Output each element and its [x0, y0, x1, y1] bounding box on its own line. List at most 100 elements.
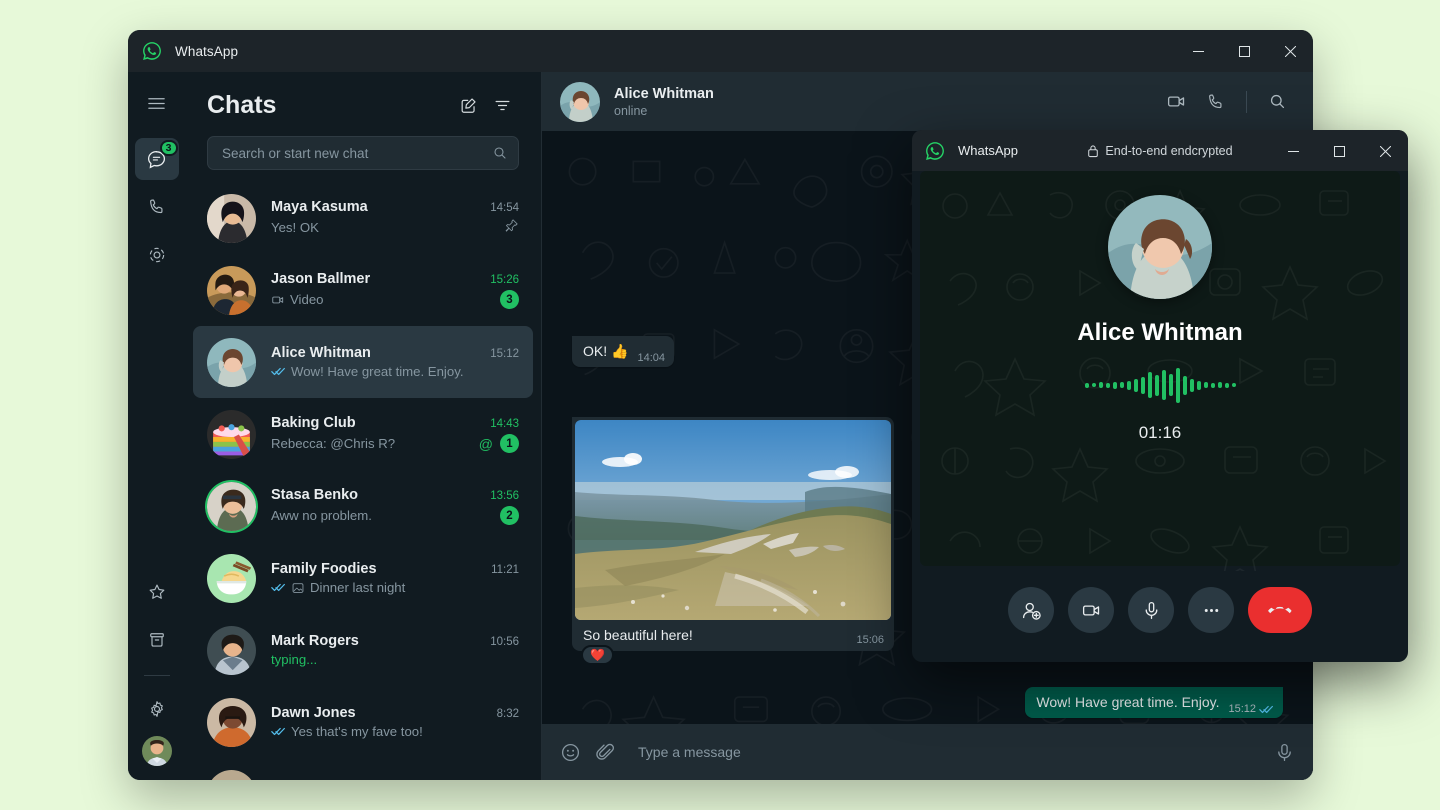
contact-avatar[interactable] — [207, 554, 256, 603]
text-message-bubble[interactable]: OK! 👍14:04 — [572, 336, 674, 367]
chat-item-top-row: Jason Ballmer 15:26 — [271, 271, 519, 287]
search-input[interactable] — [222, 146, 492, 161]
image-caption-row: So beautiful here! 15:06 — [575, 620, 891, 651]
search-box[interactable] — [207, 136, 519, 170]
profile-avatar[interactable] — [142, 736, 172, 766]
search-chat-button[interactable] — [1259, 84, 1295, 120]
message-timestamp: 15:06 — [856, 634, 884, 646]
call-stage: Alice Whitman 01:16 — [920, 171, 1400, 566]
text-message-bubble[interactable]: Wow! Have great time. Enjoy.15:12 — [1025, 687, 1283, 718]
search-icon — [1268, 92, 1287, 111]
contact-avatar[interactable] — [207, 482, 256, 531]
voice-message-button[interactable] — [1274, 742, 1295, 763]
contact-avatar[interactable] — [207, 410, 256, 459]
avatar-image — [207, 482, 256, 531]
contact-avatar[interactable] — [560, 82, 600, 122]
contact-avatar[interactable] — [207, 194, 256, 243]
call-minimize-button[interactable] — [1270, 130, 1316, 172]
video-message-icon — [271, 293, 285, 307]
avatar-image — [207, 410, 256, 459]
add-participant-button[interactable] — [1008, 587, 1054, 633]
chat-item-bottom-row: Yes! OK — [271, 218, 519, 238]
message-reaction[interactable]: ❤️ — [581, 645, 614, 665]
more-options-button[interactable] — [1188, 587, 1234, 633]
close-button[interactable] — [1267, 30, 1313, 72]
end-call-button[interactable] — [1248, 587, 1312, 633]
toggle-mic-button[interactable] — [1128, 587, 1174, 633]
chat-item-top-row: Dawn Jones 8:32 — [271, 705, 519, 721]
photo-message-icon — [291, 581, 305, 595]
chat-contact-name: Jason Ballmer — [271, 271, 482, 287]
chat-item-bottom-row: Wow! Have great time. Enjoy. — [271, 364, 519, 379]
read-receipt-icon — [271, 366, 286, 377]
sidebar-item-calls[interactable] — [135, 186, 179, 228]
video-call-button[interactable] — [1158, 84, 1194, 120]
filter-chats-button[interactable] — [485, 88, 519, 122]
mic-icon — [1274, 742, 1295, 763]
emoji-icon — [560, 742, 581, 763]
message-photo[interactable] — [575, 420, 891, 620]
chat-list-item[interactable]: Stasa Benko 13:56 Aww no problem. 2 — [185, 470, 541, 542]
sidebar-item-starred[interactable] — [135, 571, 179, 613]
main-titlebar: WhatsApp — [128, 30, 1313, 72]
chat-item-content: Maya Kasuma 14:54 Yes! OK — [271, 199, 519, 238]
contact-avatar[interactable] — [207, 266, 256, 315]
gear-icon — [147, 699, 167, 719]
call-controls — [912, 566, 1408, 654]
waveform-bar — [1190, 379, 1194, 392]
chat-list-item[interactable]: Dawn Jones 8:32 Yes that's my fave too! — [185, 686, 541, 758]
chat-list[interactable]: Maya Kasuma 14:54 Yes! OK Jason Ballmer … — [185, 180, 541, 780]
menu-button[interactable] — [135, 82, 179, 124]
contact-avatar[interactable] — [207, 698, 256, 747]
contact-avatar[interactable] — [207, 338, 256, 387]
chat-item-top-row: Baking Club 14:43 — [271, 415, 519, 431]
sidebar-item-chats[interactable]: 3 — [135, 138, 179, 180]
sidebar-item-archived[interactable] — [135, 619, 179, 661]
contact-avatar[interactable] — [207, 626, 256, 675]
minimize-button[interactable] — [1175, 30, 1221, 72]
message-meta: 15:12 — [1228, 703, 1274, 715]
attach-button[interactable] — [595, 742, 616, 763]
toggle-video-button[interactable] — [1068, 587, 1114, 633]
chat-list-item[interactable]: Ziggy Woodley 8:12 — [185, 758, 541, 780]
waveform-bar — [1232, 383, 1236, 387]
call-maximize-button[interactable] — [1316, 130, 1362, 172]
search-icon — [492, 145, 508, 161]
phone-icon — [1206, 92, 1226, 112]
chat-list-item[interactable]: Alice Whitman 15:12 Wow! Have great time… — [193, 326, 533, 398]
new-chat-button[interactable] — [451, 88, 485, 122]
image-message-bubble[interactable]: So beautiful here! 15:06 ❤️ — [572, 417, 894, 651]
unread-count-badge: 3 — [500, 290, 519, 309]
contact-avatar[interactable] — [207, 770, 256, 781]
mic-icon — [1141, 600, 1162, 621]
chat-list-item[interactable]: Baking Club 14:43 Rebecca: @Chris R? @1 — [185, 398, 541, 470]
mention-icon: @ — [479, 436, 493, 452]
chat-list-item[interactable]: Mark Rogers 10:56 typing... — [185, 614, 541, 686]
emoji-button[interactable] — [560, 742, 581, 763]
end-call-icon — [1267, 597, 1293, 623]
video-icon — [1081, 600, 1102, 621]
chat-timestamp: 11:21 — [491, 564, 519, 576]
call-duration: 01:16 — [1139, 423, 1182, 443]
avatar-image — [207, 554, 256, 603]
chat-list-item[interactable]: Jason Ballmer 15:26 Video 3 — [185, 254, 541, 326]
star-icon — [147, 582, 167, 602]
message-input[interactable] — [630, 744, 1260, 760]
voice-call-button[interactable] — [1198, 84, 1234, 120]
contact-info[interactable]: Alice Whitman online — [614, 86, 1158, 118]
chat-item-bottom-row: typing... — [271, 652, 519, 667]
filter-icon — [493, 96, 512, 115]
navigation-rail: 3 — [128, 72, 185, 780]
waveform-bar — [1113, 382, 1117, 389]
chat-preview-message: Aww no problem. — [271, 508, 492, 523]
waveform-bar — [1141, 377, 1145, 394]
waveform-bar — [1155, 375, 1159, 396]
app-title: WhatsApp — [175, 44, 238, 59]
call-close-button[interactable] — [1362, 130, 1408, 172]
sidebar-item-status[interactable] — [135, 234, 179, 276]
waveform-bar — [1120, 382, 1124, 388]
chat-list-item[interactable]: Family Foodies 11:21 Dinner last night — [185, 542, 541, 614]
chat-list-item[interactable]: Maya Kasuma 14:54 Yes! OK — [185, 182, 541, 254]
maximize-button[interactable] — [1221, 30, 1267, 72]
sidebar-item-settings[interactable] — [135, 688, 179, 730]
